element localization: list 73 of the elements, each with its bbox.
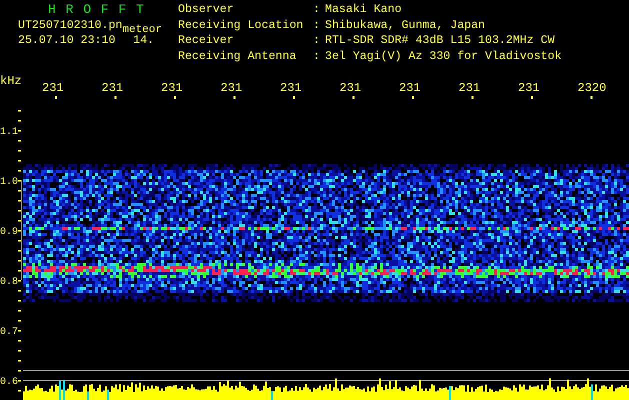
tick-mark [18,150,21,152]
tick-mark [531,96,533,99]
x-axis-label: 231 [280,81,302,95]
tick-mark [18,350,21,352]
y-axis-label: 0.6 [0,377,18,388]
tick-mark [352,96,354,99]
tick-mark [18,200,21,202]
tick-mark [18,130,21,132]
tick-mark [590,96,592,99]
tick-mark [18,140,21,142]
separator: : [313,2,321,18]
x-axis-label: 231 [102,81,124,95]
tick-mark [18,330,21,332]
x-axis-label: 231 [220,81,242,95]
tick-mark [412,96,414,99]
tick-mark [18,290,21,292]
info-label: Receiving Location [178,18,304,33]
tick-mark [18,230,21,232]
tick-mark [18,280,21,282]
axis-unit: kHz [0,74,22,88]
tick-mark [18,300,21,302]
y-axis-label: 1.1 [0,127,18,138]
tick-mark [18,380,21,382]
tick-mark [18,170,21,172]
y-axis-label: 0.7 [0,327,18,338]
info-label: Observer [178,2,235,18]
tick-mark [472,96,474,99]
y-axis-label: 0.8 [0,277,18,288]
count-label: 14. [133,33,154,48]
x-axis-label: 231 [340,81,362,95]
tick-mark [18,340,21,342]
info-value: RTL-SDR SDR# 43dB L15 103.2MHz CW [325,33,555,48]
tick-mark [18,370,21,372]
info-value: Masaki Kano [325,2,402,18]
tick-mark [18,260,21,262]
tick-mark [18,210,21,212]
tick-mark [18,310,21,312]
date-time: 25.07.10 23:10 [18,33,116,48]
info-value: Shibukawa, Gunma, Japan [325,18,486,33]
separator: : [313,18,321,33]
info-label: Receiver [178,33,235,48]
x-axis-label: 2320 [578,81,606,95]
info-value: 3el Yagi(V) Az 330 for Vladivostok [325,48,562,64]
tick-mark [18,390,21,392]
tick-mark [18,220,21,222]
tick-mark [174,96,176,99]
tag-label: meteor [122,22,162,36]
tick-mark [18,270,21,272]
program-title: H R O F F T [47,2,146,18]
tick-mark [234,96,236,99]
tick-mark [18,120,21,122]
tick-mark [18,250,21,252]
tick-mark [18,240,21,242]
y-axis-label: 1.0 [0,177,18,188]
x-axis-label: 231 [161,81,183,95]
separator: : [313,33,321,48]
x-axis-label: 231 [458,81,480,95]
x-axis-label: 231 [42,81,64,95]
x-axis-label: 231 [518,81,540,95]
file-name: UT2507102310.pn [18,18,122,33]
x-axis-label: 231 [399,81,421,95]
tick-mark [18,180,21,182]
tick-mark [293,96,295,99]
tick-mark [18,160,21,162]
y-axis-label: 0.9 [0,227,18,238]
tick-mark [18,110,21,112]
tick-mark [18,360,21,362]
tick-mark [114,96,116,99]
separator: : [313,48,321,64]
info-label: Receiving Antenna [178,48,298,64]
tick-mark [18,190,21,192]
tick-mark [18,320,21,322]
tick-mark [55,96,57,99]
